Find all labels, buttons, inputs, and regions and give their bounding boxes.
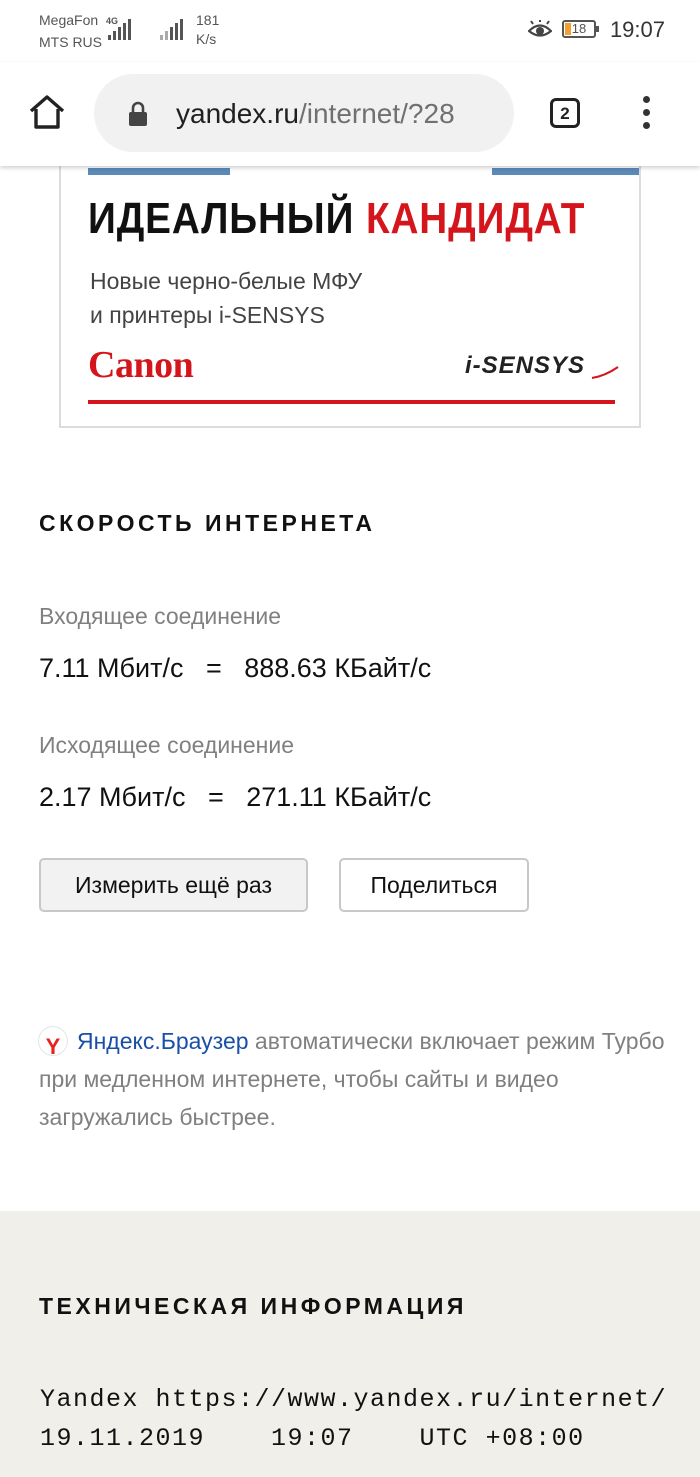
yandex-browser-icon: Y	[39, 1027, 67, 1059]
tech-line-1: Yandex https://www.yandex.ru/internet/	[40, 1385, 668, 1414]
address-bar[interactable]: yandex.ru/internet/?28	[94, 74, 514, 152]
status-time: 19:07	[609, 17, 665, 42]
menu-dots-icon[interactable]	[640, 96, 652, 132]
home-icon[interactable]	[27, 92, 67, 132]
outgoing-label: Исходящее соединение	[39, 732, 295, 758]
eye-comfort-icon	[528, 20, 552, 37]
ad-subline-1: Новые черно-белые МФУ	[90, 268, 363, 294]
network-speed-unit: K/s	[196, 31, 217, 47]
tech-section-title: ТЕХНИЧЕСКАЯ ИНФОРМАЦИЯ	[39, 1293, 467, 1319]
speed-section-title: СКОРОСТЬ ИНТЕРНЕТА	[39, 510, 376, 536]
status-bar: MegaFon MTS RUS 4G 181 K/s 18 19:07	[0, 0, 700, 62]
turbo-note: Y Яндекс.Браузер автоматически включает р…	[39, 1022, 669, 1136]
technical-info-section: ТЕХНИЧЕСКАЯ ИНФОРМАЦИЯ Yandex https://ww…	[0, 1211, 700, 1477]
incoming-label: Входящее соединение	[39, 603, 282, 629]
tech-line-2: 19.11.2019 19:07 UTC +08:00	[40, 1424, 585, 1453]
canon-logo: Canon	[88, 344, 194, 386]
share-button[interactable]: Поделиться	[339, 858, 529, 912]
battery-icon: 18	[562, 20, 599, 38]
ad-headline-black: ИДЕАЛЬНЫЙ	[88, 194, 355, 243]
ad-subline-2: и принтеры i-SENSYS	[90, 302, 325, 328]
measure-again-button[interactable]: Измерить ещё раз	[39, 858, 308, 912]
isensys-logo: i-SENSYS	[465, 352, 586, 379]
ad-headline: ИДЕАЛЬНЫЙ КАНДИДАТ	[88, 194, 585, 244]
outgoing-value: 2.17 Мбит/с = 271.11 КБайт/с	[39, 782, 432, 812]
battery-level: 18	[571, 21, 587, 36]
carrier-2: MTS RUS	[39, 34, 102, 50]
tabs-icon[interactable]: 2	[550, 98, 580, 128]
signal-icon-2	[160, 18, 183, 40]
url-host: yandex.ru	[176, 98, 299, 129]
yandex-browser-link[interactable]: Яндекс.Браузер	[77, 1028, 249, 1054]
signal-icon-1	[108, 18, 131, 40]
ad-headline-red: КАНДИДАТ	[365, 194, 586, 243]
canon-ad-banner[interactable]: ИДЕАЛЬНЫЙ КАНДИДАТ Новые черно-белые МФУ…	[59, 150, 641, 428]
url-path: /internet/?28	[298, 98, 455, 129]
isensys-swoosh-icon	[591, 366, 619, 379]
carrier-1: MegaFon	[39, 12, 99, 28]
network-speed-value: 181	[196, 12, 220, 28]
lock-icon	[129, 101, 147, 126]
url-text: yandex.ru/internet/?28	[176, 98, 455, 130]
browser-toolbar: yandex.ru/internet/?28 2	[0, 62, 700, 166]
incoming-value: 7.11 Мбит/с = 888.63 КБайт/с	[39, 653, 432, 683]
